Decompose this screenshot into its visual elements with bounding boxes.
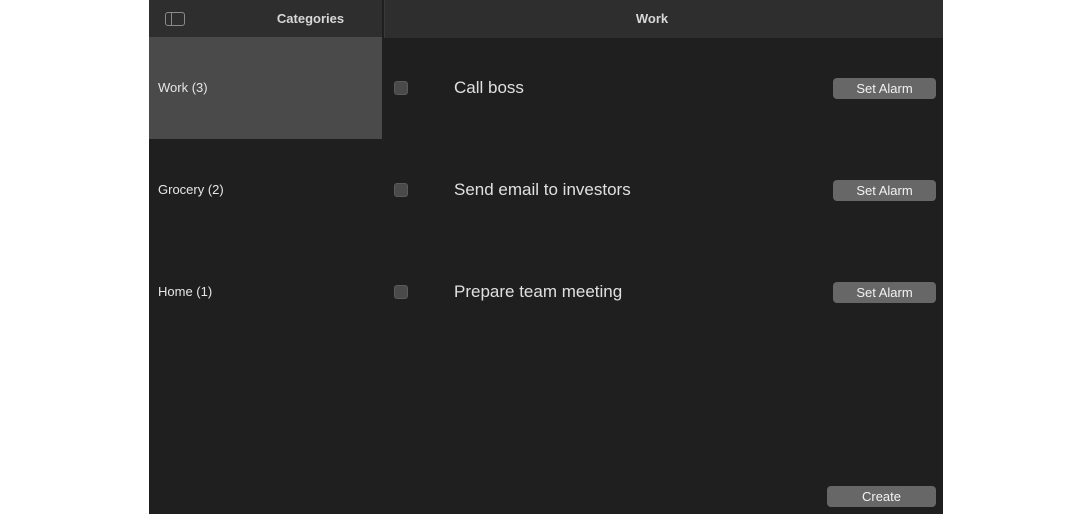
sidebar-title: Categories bbox=[276, 11, 345, 26]
category-item-grocery[interactable]: Grocery (2) bbox=[149, 139, 382, 241]
create-button[interactable]: Create bbox=[827, 486, 936, 507]
category-label: Home (1) bbox=[158, 284, 213, 299]
task-title: Call boss bbox=[454, 78, 524, 97]
set-alarm-button[interactable]: Set Alarm bbox=[833, 180, 936, 201]
task-row: Call boss Set Alarm bbox=[384, 68, 943, 108]
sidebar-header: Categories bbox=[149, 0, 382, 37]
task-checkbox[interactable] bbox=[394, 81, 408, 95]
task-row: Send email to investors Set Alarm bbox=[384, 170, 943, 210]
set-alarm-button[interactable]: Set Alarm bbox=[833, 78, 936, 99]
page-title: Work bbox=[635, 11, 669, 26]
task-checkbox[interactable] bbox=[394, 285, 408, 299]
app-window: Categories Work (3) Grocery (2) Home (1)… bbox=[149, 0, 943, 514]
category-label: Grocery (2) bbox=[158, 182, 224, 197]
category-label: Work (3) bbox=[158, 80, 208, 95]
category-item-work[interactable]: Work (3) bbox=[149, 37, 382, 139]
task-checkbox[interactable] bbox=[394, 183, 408, 197]
category-item-home[interactable]: Home (1) bbox=[149, 241, 382, 343]
categories-sidebar: Categories Work (3) Grocery (2) Home (1) bbox=[149, 0, 382, 514]
task-title: Send email to investors bbox=[454, 180, 631, 199]
task-panel-header: Work bbox=[384, 0, 943, 38]
task-panel: Work Call boss Set Alarm Send email to i… bbox=[384, 0, 943, 514]
set-alarm-button[interactable]: Set Alarm bbox=[833, 282, 936, 303]
task-row: Prepare team meeting Set Alarm bbox=[384, 272, 943, 312]
task-title: Prepare team meeting bbox=[454, 282, 623, 301]
